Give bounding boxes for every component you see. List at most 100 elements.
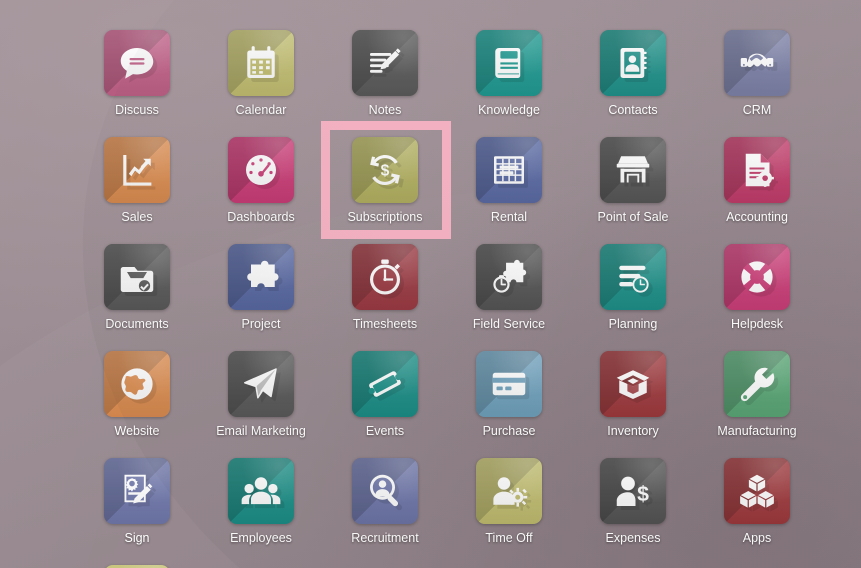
app-tile[interactable]: [600, 30, 666, 96]
app-label: Planning: [608, 317, 658, 331]
app-label: Project: [241, 317, 281, 331]
app-tile[interactable]: [352, 244, 418, 310]
app-item-email-marketing[interactable]: Email Marketing: [199, 351, 323, 438]
svg-text:$: $: [637, 482, 649, 506]
expenses-person-dollar-icon: $: [600, 458, 666, 524]
app-item-expenses[interactable]: $ Expenses: [571, 458, 695, 545]
app-tile[interactable]: [476, 351, 542, 417]
app-tile[interactable]: [724, 137, 790, 203]
app-tile[interactable]: [228, 30, 294, 96]
app-label: Apps: [742, 531, 772, 545]
inventory-open-box-icon: [600, 351, 666, 417]
app-item-helpdesk[interactable]: Helpdesk: [695, 244, 819, 331]
employees-people-icon: [228, 458, 294, 524]
app-item-calendar[interactable]: Calendar: [199, 30, 323, 117]
app-item-notes[interactable]: Notes: [323, 30, 447, 117]
app-tile[interactable]: [600, 137, 666, 203]
app-label: Discuss: [115, 103, 159, 117]
app-label: Notes: [368, 103, 402, 117]
app-label: Timesheets: [352, 317, 418, 331]
app-label: Contacts: [608, 103, 658, 117]
app-tile[interactable]: [104, 458, 170, 524]
app-item-sales[interactable]: Sales: [75, 137, 199, 224]
app-item-point-of-sale[interactable]: Point of Sale: [571, 137, 695, 224]
app-item-events[interactable]: Events: [323, 351, 447, 438]
app-label: Point of Sale: [597, 210, 669, 224]
app-tile[interactable]: [228, 458, 294, 524]
app-item-dashboards[interactable]: Dashboards: [199, 137, 323, 224]
app-tile[interactable]: [476, 30, 542, 96]
apps-boxes-icon: [724, 458, 790, 524]
app-item-purchase[interactable]: Purchase: [447, 351, 571, 438]
app-item-field-service[interactable]: Field Service: [447, 244, 571, 331]
discuss-speech-bubble-icon: [104, 30, 170, 96]
app-label: CRM: [742, 103, 772, 117]
app-label: Events: [365, 424, 405, 438]
app-item-time-off[interactable]: Time Off: [447, 458, 571, 545]
dashboards-gauge-icon: [228, 137, 294, 203]
app-tile[interactable]: [724, 244, 790, 310]
app-tile[interactable]: [104, 137, 170, 203]
app-tile[interactable]: [724, 351, 790, 417]
rental-table-icon: [476, 137, 542, 203]
app-tile[interactable]: [476, 244, 542, 310]
app-item-discuss[interactable]: Discuss: [75, 30, 199, 117]
app-tile[interactable]: [600, 351, 666, 417]
app-label: Dashboards: [227, 210, 295, 224]
app-tile[interactable]: [104, 351, 170, 417]
app-tile[interactable]: $: [600, 458, 666, 524]
point-of-sale-shop-icon: [600, 137, 666, 203]
timesheets-stopwatch-icon: [352, 244, 418, 310]
app-item-manufacturing[interactable]: Manufacturing: [695, 351, 819, 438]
app-item-sign[interactable]: Sign: [75, 458, 199, 545]
project-puzzle-icon: [228, 244, 294, 310]
app-label: Documents: [105, 317, 169, 331]
app-item-contacts[interactable]: Contacts: [571, 30, 695, 117]
app-tile[interactable]: [476, 137, 542, 203]
app-item-subscriptions[interactable]: $ Subscriptions: [323, 137, 447, 224]
app-item-documents[interactable]: Documents: [75, 244, 199, 331]
documents-folder-check-icon: [104, 244, 170, 310]
app-label: Field Service: [472, 317, 546, 331]
app-tile[interactable]: [724, 30, 790, 96]
app-tile[interactable]: [352, 30, 418, 96]
app-label: Email Marketing: [216, 424, 306, 438]
app-label: Subscriptions: [347, 210, 423, 224]
app-label: Calendar: [235, 103, 287, 117]
sign-document-pencil-icon: [104, 458, 170, 524]
app-item-inventory[interactable]: Inventory: [571, 351, 695, 438]
app-tile[interactable]: [600, 244, 666, 310]
app-item-knowledge[interactable]: Knowledge: [447, 30, 571, 117]
app-tile[interactable]: [724, 458, 790, 524]
events-ticket-icon: [352, 351, 418, 417]
notes-pencil-icon: [352, 30, 418, 96]
contacts-addressbook-icon: [600, 30, 666, 96]
app-tile[interactable]: [228, 137, 294, 203]
app-tile[interactable]: [476, 458, 542, 524]
app-item-website[interactable]: Website: [75, 351, 199, 438]
app-item-accounting[interactable]: Accounting: [695, 137, 819, 224]
planning-bars-clock-icon: [600, 244, 666, 310]
app-tile[interactable]: [104, 30, 170, 96]
app-item-planning[interactable]: Planning: [571, 244, 695, 331]
app-label: Knowledge: [478, 103, 540, 117]
desktop-wallpaper: Discuss Calendar Notes Knowledge Contacts CRM…: [0, 0, 861, 568]
app-tile[interactable]: [352, 458, 418, 524]
app-item-project[interactable]: Project: [199, 244, 323, 331]
app-label: Purchase: [482, 424, 536, 438]
app-tile[interactable]: [104, 244, 170, 310]
app-item-crm[interactable]: CRM: [695, 30, 819, 117]
app-launcher-grid: Discuss Calendar Notes Knowledge Contacts CRM…: [0, 0, 861, 568]
app-item-rental[interactable]: Rental: [447, 137, 571, 224]
app-item-timesheets[interactable]: Timesheets: [323, 244, 447, 331]
app-item-recruitment[interactable]: Recruitment: [323, 458, 447, 545]
app-item-employees[interactable]: Employees: [199, 458, 323, 545]
app-tile[interactable]: $: [352, 137, 418, 203]
app-tile[interactable]: [228, 351, 294, 417]
app-item-apps[interactable]: Apps: [695, 458, 819, 545]
app-label: Rental: [490, 210, 528, 224]
calendar-icon: [228, 30, 294, 96]
svg-text:$: $: [381, 163, 390, 180]
app-tile[interactable]: [352, 351, 418, 417]
app-tile[interactable]: [228, 244, 294, 310]
